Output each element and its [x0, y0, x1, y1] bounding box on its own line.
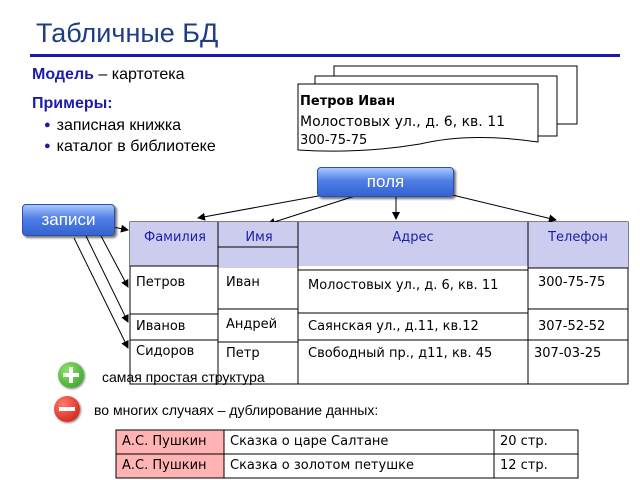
books-table [115, 429, 579, 479]
book-pages: 20 стр. [500, 434, 548, 449]
book-author: А.С. Пушкин [122, 458, 207, 473]
book-pages: 12 стр. [500, 458, 548, 473]
book-title: Сказка о царе Салтане [230, 434, 389, 449]
book-title: Сказка о золотом петушке [230, 458, 414, 473]
book-author: А.С. Пушкин [122, 434, 207, 449]
